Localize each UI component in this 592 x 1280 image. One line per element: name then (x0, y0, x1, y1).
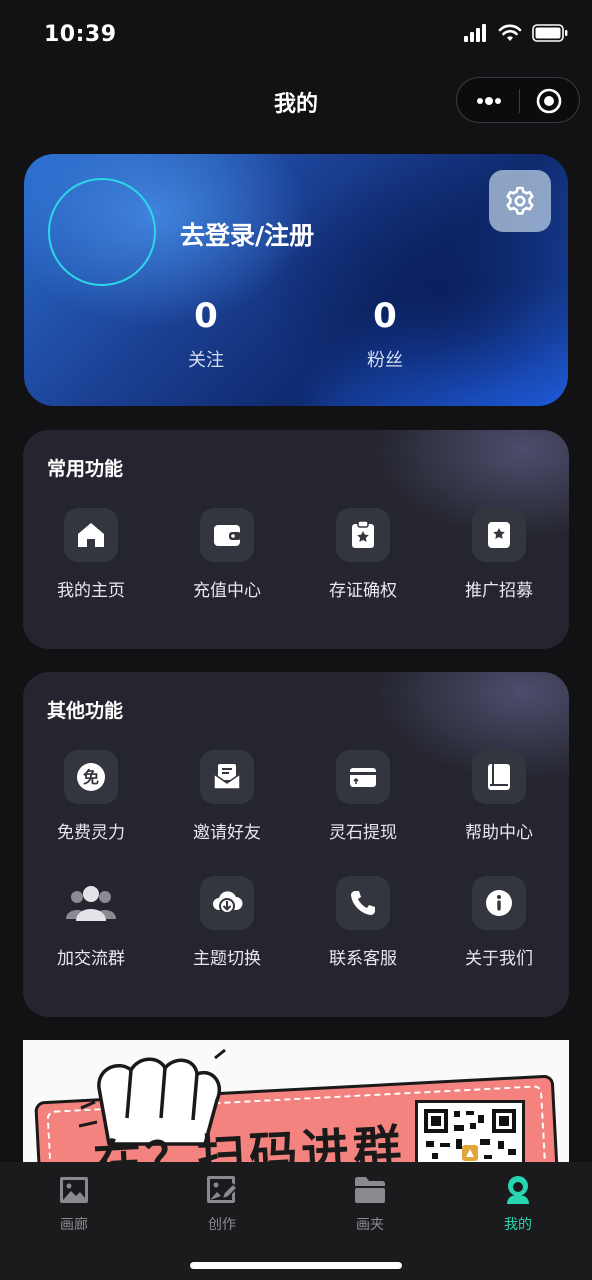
following-label: 关注 (188, 350, 224, 371)
other-functions-card: 其他功能 免 免费灵力 邀请好友 灵石提现 帮助中心 加交流群 主题切换 联系客… (23, 672, 569, 1017)
common-functions-card: 常用功能 我的主页 充值中心 存证确权 推广招募 (23, 430, 569, 649)
my-homepage-item[interactable]: 我的主页 (23, 508, 159, 601)
join-group-banner[interactable]: 在？扫码进群 (23, 1040, 569, 1164)
status-icons (464, 24, 568, 42)
free-energy-item[interactable]: 免 免费灵力 (23, 750, 159, 843)
close-target-icon[interactable] (536, 88, 562, 114)
tab-label: 创作 (208, 1217, 236, 1233)
grid-item-label: 推广招募 (465, 581, 533, 601)
edit-image-icon (204, 1172, 240, 1208)
tab-label: 画夹 (356, 1217, 384, 1233)
following-stat[interactable]: 0 关注 (146, 294, 266, 372)
grid-item-label: 灵石提现 (329, 823, 397, 843)
help-center-item[interactable]: 帮助中心 (431, 750, 567, 843)
grid-item-label: 邀请好友 (193, 823, 261, 843)
tab-mine[interactable]: 我的 (444, 1172, 592, 1234)
nav-bar: 我的 (0, 72, 592, 132)
svg-text:免: 免 (83, 768, 99, 787)
promotion-item[interactable]: 推广招募 (431, 508, 567, 601)
about-us-item[interactable]: 关于我们 (431, 876, 567, 969)
bookmark-star-icon (472, 508, 526, 562)
home-icon (64, 508, 118, 562)
folder-icon (352, 1172, 388, 1208)
free-badge-icon: 免 (64, 750, 118, 804)
qr-code (415, 1100, 525, 1164)
tab-create[interactable]: 创作 (148, 1172, 296, 1234)
grid-item-label: 存证确权 (329, 581, 397, 601)
invite-mail-icon (200, 750, 254, 804)
certificate-item[interactable]: 存证确权 (295, 508, 431, 601)
certificate-icon (336, 508, 390, 562)
tab-bar: 画廊 创作 画夹 我的 (0, 1162, 592, 1280)
battery-icon (532, 24, 568, 42)
avatar[interactable] (48, 178, 156, 286)
home-indicator (190, 1262, 402, 1269)
status-bar: 10:39 (0, 0, 592, 70)
followers-count: 0 (373, 296, 397, 336)
other-functions-title: 其他功能 (47, 700, 124, 722)
grid-item-label: 联系客服 (329, 949, 397, 969)
info-icon (472, 876, 526, 930)
withdraw-item[interactable]: 灵石提现 (295, 750, 431, 843)
theme-switch-item[interactable]: 主题切换 (159, 876, 295, 969)
followers-stat[interactable]: 0 粉丝 (325, 294, 445, 372)
gear-icon (506, 186, 534, 215)
settings-button[interactable] (489, 170, 551, 232)
cloud-download-icon (200, 876, 254, 930)
qr-code-icon (424, 1109, 516, 1161)
followers-label: 粉丝 (367, 350, 403, 371)
cellular-signal-icon (464, 24, 486, 42)
mini-program-capsule (456, 77, 580, 123)
join-group-item[interactable]: 加交流群 (23, 876, 159, 969)
grid-item-label: 充值中心 (193, 581, 261, 601)
wifi-icon (498, 24, 522, 41)
group-icon (64, 876, 118, 930)
common-functions-title: 常用功能 (47, 458, 124, 480)
tab-label: 我的 (504, 1217, 532, 1233)
book-icon (472, 750, 526, 804)
more-icon[interactable] (475, 91, 503, 111)
invite-friends-item[interactable]: 邀请好友 (159, 750, 295, 843)
login-register-link[interactable]: 去登录/注册 (180, 216, 314, 252)
grid-item-label: 主题切换 (193, 949, 261, 969)
user-icon (500, 1172, 536, 1208)
contact-service-item[interactable]: 联系客服 (295, 876, 431, 969)
grid-item-label: 帮助中心 (465, 823, 533, 843)
grid-item-label: 我的主页 (57, 581, 125, 601)
wallet-icon (200, 508, 254, 562)
phone-icon (336, 876, 390, 930)
tab-portfolio[interactable]: 画夹 (296, 1172, 444, 1234)
recharge-center-item[interactable]: 充值中心 (159, 508, 295, 601)
grid-item-label: 加交流群 (57, 949, 125, 969)
profile-card: 去登录/注册 0 关注 0 粉丝 (24, 154, 568, 406)
grid-item-label: 免费灵力 (57, 823, 125, 843)
tab-label: 画廊 (60, 1217, 88, 1233)
status-time: 10:39 (44, 22, 117, 47)
tab-gallery[interactable]: 画廊 (0, 1172, 148, 1234)
capsule-divider (519, 89, 520, 113)
grid-item-label: 关于我们 (465, 949, 533, 969)
withdraw-card-icon (336, 750, 390, 804)
following-count: 0 (194, 296, 218, 336)
image-icon (56, 1172, 92, 1208)
profile-page: 10:39 我的 去登录/注册 0 关注 0 粉丝 常用功能 我的主页 充值中心… (0, 0, 592, 1280)
